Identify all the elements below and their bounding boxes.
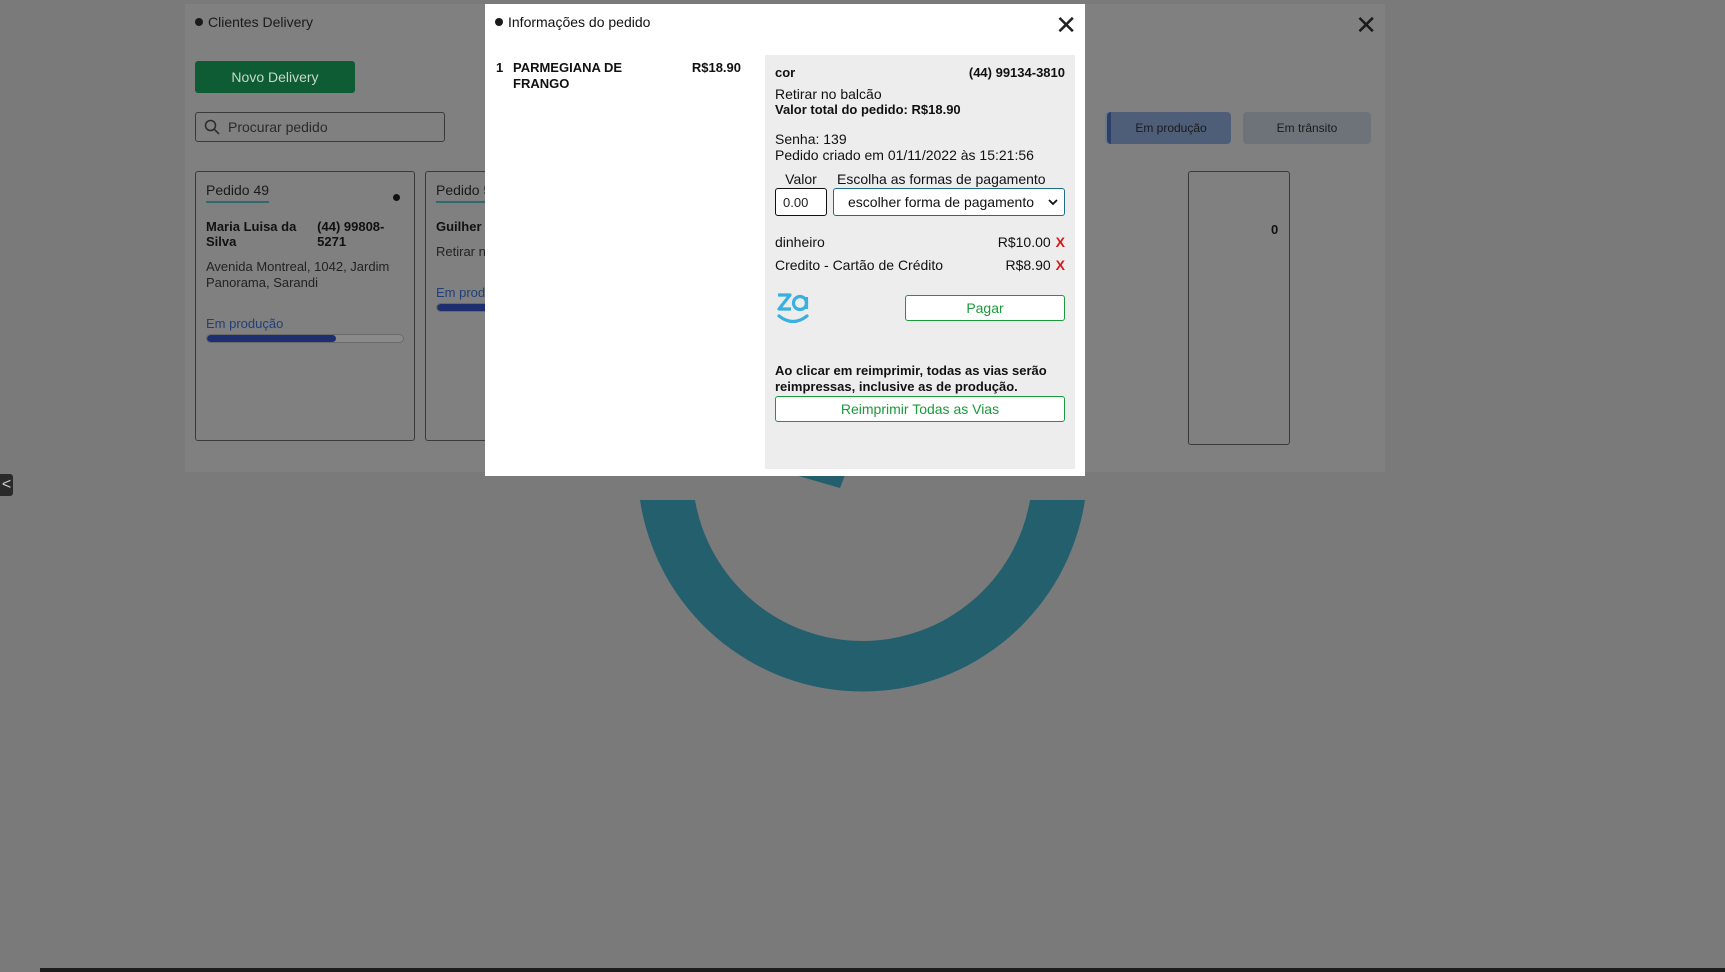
filter-em-producao[interactable]: Em produção [1107, 112, 1231, 144]
search-icon [204, 119, 220, 135]
close-icon[interactable]: ✕ [1355, 8, 1377, 42]
new-delivery-button[interactable]: Novo Delivery [195, 61, 355, 93]
status-dot-icon [393, 194, 400, 201]
value-label: Valor [785, 171, 817, 187]
order-card-partial[interactable]: 0 [1188, 171, 1290, 445]
order-item: 1 PARMEGIANA DE FRANGO R$18.90 [496, 60, 756, 92]
item-quantity: 1 [496, 60, 504, 75]
order-card[interactable]: Pedido 49 Maria Luisa da Silva (44) 9980… [195, 171, 415, 441]
reprint-all-button[interactable]: Reimprimir Todas as Vias [775, 396, 1065, 422]
za-logo-icon [777, 293, 809, 324]
order-info-modal: Informações do pedido ✕ 1 PARMEGIANA DE … [485, 4, 1085, 476]
order-progress-bar [206, 334, 404, 343]
order-created-at: Pedido criado em 01/11/2022 às 15:21:56 [775, 147, 1034, 163]
order-title: Pedido 49 [206, 182, 270, 203]
search-placeholder: Procurar pedido [228, 119, 328, 135]
payment-amount: R$10.00 [997, 234, 1051, 250]
modal-title: Informações do pedido [495, 14, 650, 30]
customer-phone: (44) 99808-5271 [317, 219, 385, 249]
order-title: Pedido 5 [436, 182, 492, 203]
item-price: R$18.90 [691, 60, 741, 75]
window-title: Clientes Delivery [195, 14, 313, 30]
item-name: PARMEGIANA DE FRANGO [513, 60, 623, 91]
customer-name: cor [775, 65, 796, 80]
customer-address: Avenida Montreal, 1042, Jardim Panorama,… [206, 259, 390, 290]
close-icon[interactable]: ✕ [1055, 8, 1077, 42]
payment-methods-label: Escolha as formas de pagamento [837, 171, 1046, 187]
order-total: Valor total do pedido: R$18.90 [775, 102, 961, 117]
order-password: Senha: 139 [775, 131, 847, 147]
bullet-icon [495, 18, 503, 26]
remove-payment-button[interactable]: X [1056, 257, 1065, 273]
payment-row: dinheiro R$10.00 X [775, 234, 1065, 250]
payments-list: dinheiro R$10.00 X Credito - Cartão de C… [775, 234, 1065, 273]
order-details-panel: cor (44) 99134-3810 Retirar no balcão Va… [765, 55, 1075, 469]
remove-payment-button[interactable]: X [1056, 234, 1065, 250]
partial-card-text: 0 [1271, 222, 1279, 237]
pay-button[interactable]: Pagar [905, 295, 1065, 321]
payment-value-input[interactable] [775, 188, 827, 216]
filter-em-transito[interactable]: Em trânsito [1243, 112, 1371, 144]
delivery-mode: Retirar no balcão [775, 86, 882, 102]
payment-method: Credito - Cartão de Crédito [775, 257, 944, 273]
customer-name: Maria Luisa da Silva [206, 219, 297, 249]
side-toggle-button[interactable]: < [0, 474, 13, 496]
payment-amount: R$8.90 [1005, 257, 1051, 273]
payment-method-select[interactable]: escolher forma de pagamento [833, 188, 1065, 216]
search-input[interactable]: Procurar pedido [195, 112, 445, 142]
chevron-down-icon [1048, 198, 1058, 205]
customer-phone: (44) 99134-3810 [968, 65, 1065, 80]
payment-method: dinheiro [775, 234, 825, 250]
bullet-icon [195, 18, 203, 26]
order-status: Em produção [206, 316, 284, 331]
reprint-warning: Ao clicar em reimprimir, todas as vias s… [775, 363, 1047, 394]
payment-row: Credito - Cartão de Crédito R$8.90 X [775, 257, 1065, 273]
bottom-bar [40, 968, 1725, 972]
